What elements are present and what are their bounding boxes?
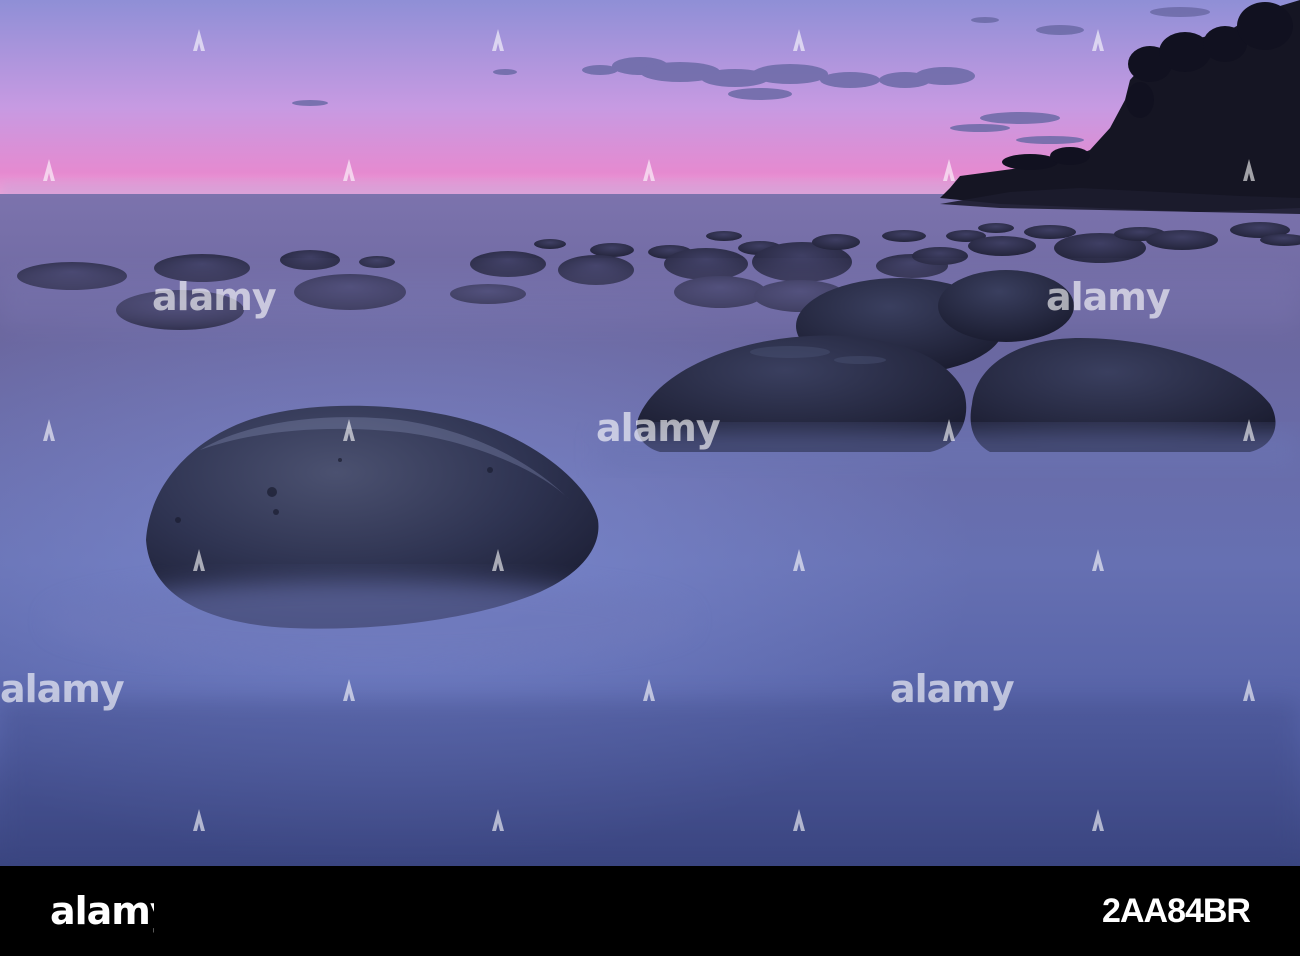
mid-mist bbox=[600, 430, 1300, 470]
image-frame: alamy alamy alamy alamy alamy alamy bbox=[0, 0, 1300, 956]
seascape-photo bbox=[0, 0, 1300, 866]
alamy-brand-logo: alamy bbox=[50, 889, 154, 933]
brand-logo-text: alamy bbox=[50, 889, 154, 933]
photo-svg bbox=[0, 0, 1300, 866]
footer-bar: alamy 2AA84BR bbox=[0, 866, 1300, 956]
foreground-mist bbox=[50, 580, 690, 660]
mist-band bbox=[0, 270, 1300, 330]
bottom-shade bbox=[0, 700, 1300, 866]
image-id: 2AA84BR bbox=[1102, 892, 1251, 930]
